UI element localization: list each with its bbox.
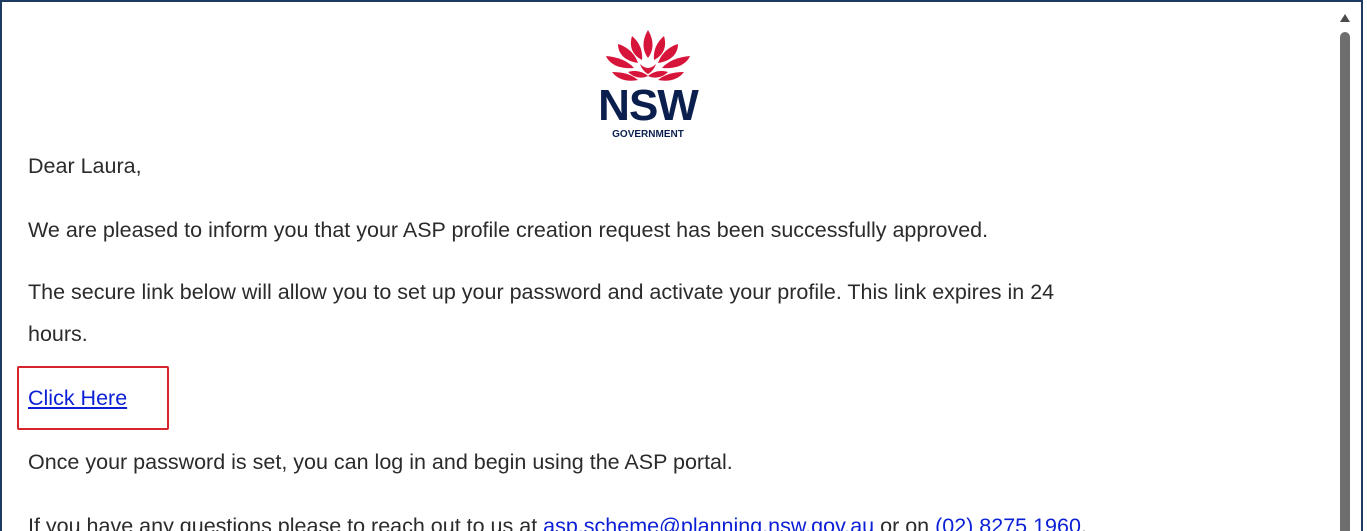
government-wordmark: GOVERNMENT	[612, 129, 684, 140]
email-preview-frame: NSW GOVERNMENT Dear Laura, We are please…	[0, 0, 1363, 531]
contact-email-link[interactable]: asp.scheme@planning.nsw.gov.au	[543, 514, 874, 531]
contact-paragraph: If you have any questions please to reac…	[28, 508, 1087, 531]
triangle-up-icon[interactable]	[1340, 14, 1350, 22]
contact-prefix: If you have any questions please to reac…	[28, 514, 544, 531]
click-here-highlight-box	[17, 366, 169, 430]
contact-suffix: .	[1080, 514, 1087, 531]
secure-link-paragraph-line1: The secure link below will allow you to …	[28, 280, 1055, 304]
approval-paragraph: We are pleased to inform you that your A…	[28, 218, 989, 242]
contact-middle: or on	[874, 514, 936, 531]
vertical-scrollbar[interactable]	[1337, 12, 1353, 531]
nsw-wordmark: NSW	[598, 81, 699, 130]
login-paragraph: Once your password is set, you can log i…	[28, 450, 733, 474]
nsw-government-logo: NSW GOVERNMENT	[592, 28, 704, 144]
scrollbar-thumb[interactable]	[1340, 32, 1350, 531]
waratah-flower-icon	[606, 30, 690, 81]
contact-phone-link[interactable]: (02) 8275 1960	[935, 514, 1081, 531]
greeting: Dear Laura,	[28, 154, 142, 178]
secure-link-paragraph-line2: hours.	[28, 322, 88, 346]
